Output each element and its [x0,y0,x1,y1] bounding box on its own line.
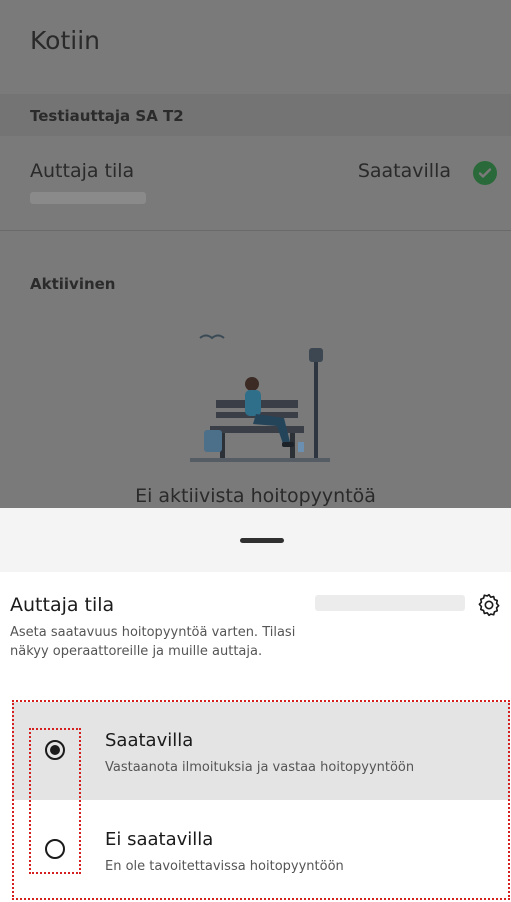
radio-selected[interactable] [45,740,65,760]
option-description: Vastaanota ilmoituksia ja vastaa hoitopy… [105,760,415,775]
status-bottom-sheet: Auttaja tila Aseta saatavuus hoitopyyntö… [0,508,511,902]
drag-handle[interactable] [240,538,284,543]
section-title: Aktiivinen [30,275,116,293]
sheet-description: Aseta saatavuus hoitopyyntöä varten. Til… [10,625,296,659]
option-unavailable[interactable]: Ei saatavilla En ole tavoitettavissa hoi… [12,801,510,899]
bench-illustration [190,334,330,462]
option-label: Saatavilla [105,730,194,751]
status-label: Auttaja tila [30,160,135,182]
sheet-handle-area[interactable] [0,508,511,572]
option-available[interactable]: Saatavilla Vastaanota ilmoituksia ja vas… [12,702,510,800]
redacted-text [315,595,465,611]
helper-name: Testiauttaja SA T2 [30,107,184,125]
status-row[interactable] [0,136,511,231]
option-description: En ole tavoitettavissa hoitopyyntöön [105,859,344,874]
check-icon [473,161,497,185]
empty-state-text: Ei aktiivista hoitopyyntöä [135,485,376,507]
status-value: Saatavilla [357,160,451,182]
sheet-title: Auttaja tila [10,594,115,616]
redacted-text [30,192,146,204]
option-label: Ei saatavilla [105,829,214,850]
app-title: Kotiin [30,26,100,55]
radio-unselected[interactable] [45,839,65,859]
background-screen: Kotiin Testiauttaja SA T2 Auttaja tila S… [0,0,511,508]
gear-icon[interactable] [476,592,502,618]
